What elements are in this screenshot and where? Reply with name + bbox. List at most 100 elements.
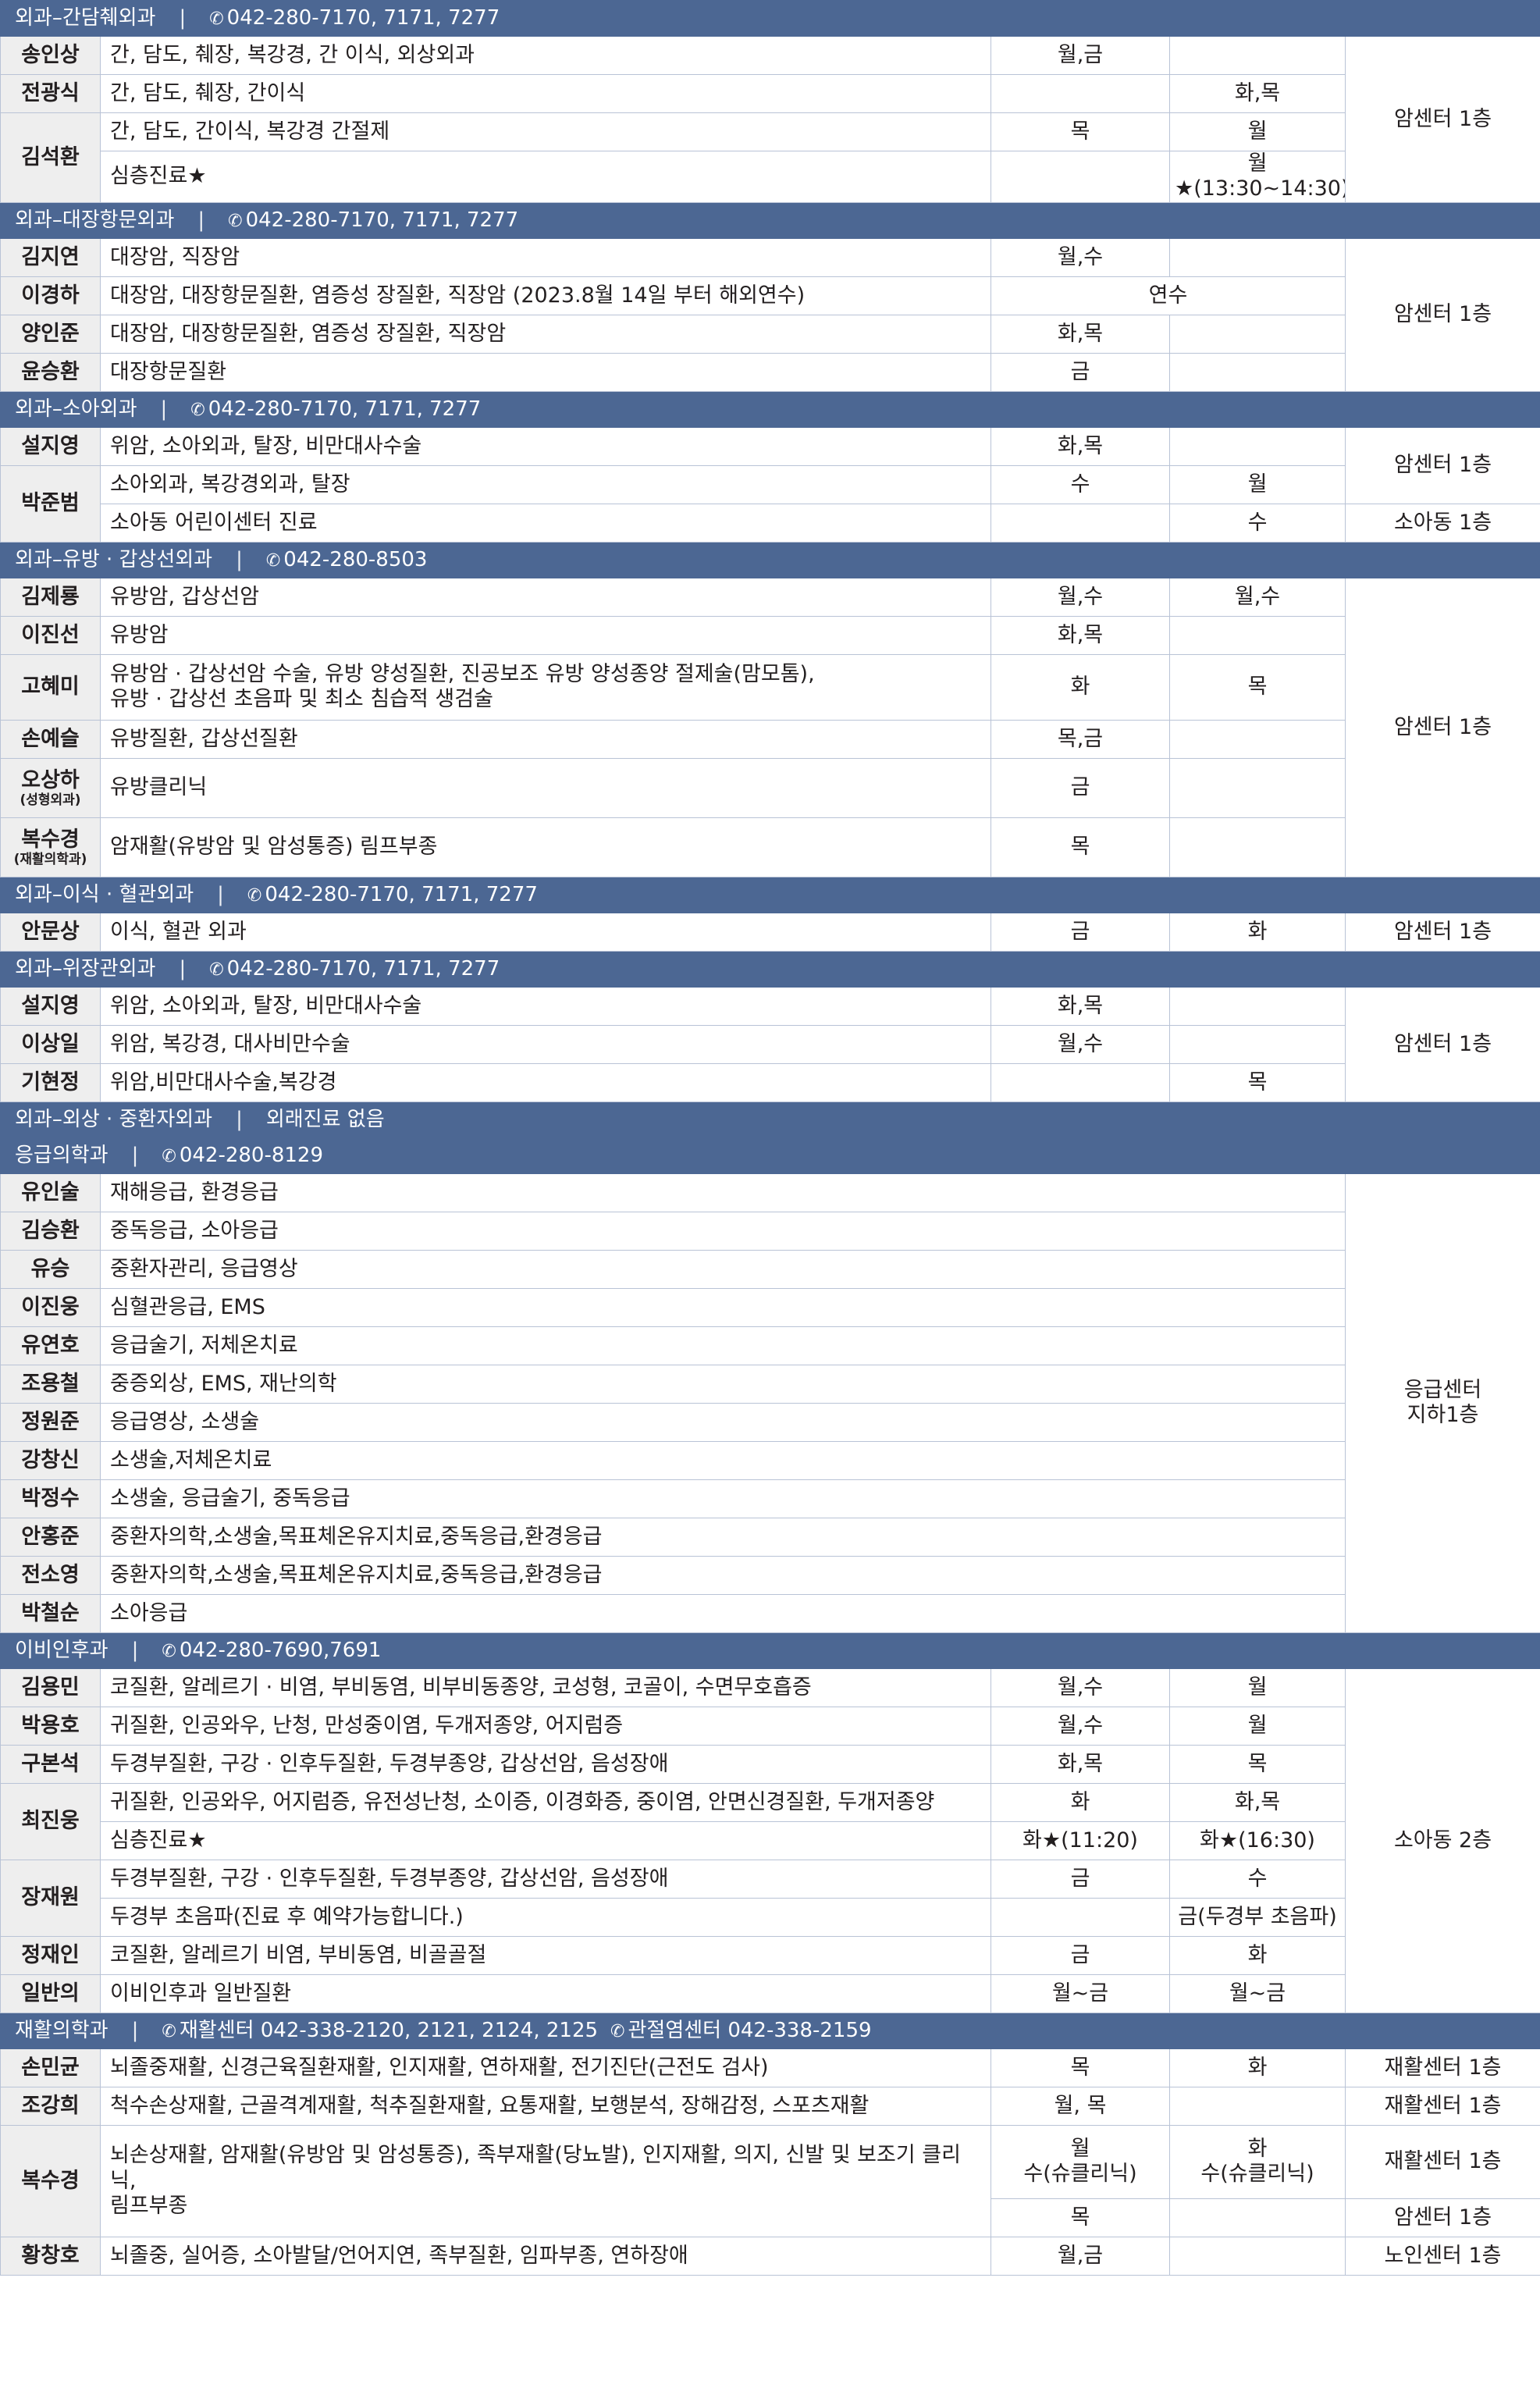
section-phone[interactable]: 042-280-7170, 7171, 7277 (208, 397, 482, 421)
doctor-name: 기현정 (0, 1062, 101, 1102)
am-clinic: 화,목 (991, 426, 1170, 466)
am-clinic: 화,목 (991, 314, 1170, 354)
specialty: 이식, 혈관 외과 (100, 912, 991, 952)
specialty: 유방암, 갑상선암 (100, 577, 991, 617)
pm-clinic (1169, 237, 1346, 277)
table-row: 오상하 (성형외과) 유방클리닉 금 (0, 757, 1540, 818)
section-phone[interactable]: 042-280-8503 (283, 548, 427, 571)
section-phone[interactable]: 042-280-7170, 7171, 7277 (227, 6, 500, 30)
section-phone[interactable]: 관절염센터 042-338-2159 (628, 2019, 871, 2042)
pm-clinic: 목 (1169, 1744, 1346, 1784)
separator: | (160, 397, 168, 421)
specialty: 코질환, 알레르기 · 비염, 부비동염, 비부비동종양, 코성형, 코골이, … (100, 1667, 991, 1707)
pm-clinic: 수 (1169, 1859, 1346, 1899)
am-clinic: 월,수 (991, 577, 1170, 617)
clinic-location: 암센터 1층 (1344, 577, 1540, 877)
pm-clinic: 화,목 (1169, 1782, 1346, 1822)
doctor-department: (재활의학과) (13, 852, 87, 868)
am-clinic: 목 (991, 112, 1170, 151)
pm-clinic (1169, 986, 1346, 1026)
section-phone[interactable]: 재활센터 042-338-2120, 2121, 2124, 2125 (180, 2019, 598, 2042)
am-clinic: 금 (991, 1935, 1170, 1975)
section-title: 외과–간담췌외과 (15, 5, 156, 30)
section-phone[interactable]: 042-280-7690,7691 (180, 1639, 382, 1662)
phone-icon: ✆ (162, 1146, 176, 1166)
table-row: 이상일 위암, 복강경, 대사비만수술 월,수 (0, 1024, 1540, 1064)
doctor-name: 김제룡 (0, 577, 101, 617)
pm-clinic: 화★(16:30) (1169, 1820, 1346, 1860)
specialty-line: 유방암 · 갑상선암 수술, 유방 양성질환, 진공보조 유방 양성종양 절제술… (110, 661, 815, 686)
am-clinic: 월,금 (991, 2236, 1170, 2276)
section-note: 외래진료 없음 (265, 1107, 385, 1131)
section-header: 재활의학과 | ✆ 재활센터 042-338-2120, 2121, 2124, 21… (0, 2012, 1540, 2049)
phone-icon: ✆ (247, 885, 262, 906)
table-row: 설지영 위암, 소아외과, 탈장, 비만대사수술 화,목 암센터 1층 (0, 426, 1540, 504)
doctor-name: 일반의 (0, 1973, 101, 2013)
am-clinic (991, 1897, 1170, 1937)
table-row: 김제룡 유방암, 갑상선암 월,수 월,수 암센터 1층 (0, 577, 1540, 877)
clinic-location: 소아동 1층 (1344, 503, 1540, 543)
phone-icon: ✆ (190, 400, 205, 420)
doctor-name: 박용호 (0, 1706, 101, 1746)
specialty: 귀질환, 인공와우, 난청, 만성중이염, 두개저종양, 어지럼증 (100, 1706, 991, 1746)
pm-clinic: 월~금 (1169, 1973, 1346, 2013)
specialty: 유방암 (100, 615, 991, 655)
specialty: 중환자의학,소생술,목표체온유지치료,중독응급,환경응급 (100, 1517, 1346, 1557)
pm-clinic (1169, 314, 1346, 354)
am-clinic: 수 (991, 464, 1170, 504)
am-clinic (991, 151, 1170, 203)
clinic-location: 암센터 1층 (1344, 36, 1540, 203)
specialty: 대장항문질환 (100, 352, 991, 392)
table-row: 안홍준 중환자의학,소생술,목표체온유지치료,중독응급,환경응급 (0, 1517, 1540, 1557)
am-clinic: 금 (991, 352, 1170, 392)
specialty: 위암, 복강경, 대사비만수술 (100, 1024, 991, 1064)
pm-clinic-line: 화 (1247, 2136, 1268, 2161)
table-row: 일반의 이비인후과 일반질환 월~금 월~금 (0, 1973, 1540, 2013)
pm-clinic: 화 (1169, 912, 1346, 952)
separator: | (131, 2018, 139, 2042)
doctor-name: 손예슬 (0, 719, 101, 759)
table-row: 복수경 뇌손상재활, 암재활(유방암 및 암성통증), 족부재활(당뇨발), 인… (0, 2124, 1540, 2237)
clinic-location: 암센터 1층 (1344, 426, 1540, 504)
table-row: 장재원 두경부질환, 구강 · 인후두질환, 두경부종양, 갑상선암, 음성장애… (0, 1859, 1540, 1937)
table-row: 정재인 코질환, 알레르기 비염, 부비동염, 비골골절 금 화 (0, 1935, 1540, 1975)
am-clinic-line: 월 (1070, 2136, 1090, 2161)
section-phone[interactable]: 042-280-7170, 7171, 7277 (265, 883, 538, 906)
phone-icon: ✆ (162, 1641, 176, 1661)
phone-icon: ✆ (265, 550, 281, 571)
specialty: 소생술,저체온치료 (100, 1440, 1346, 1480)
doctor-name-cell: 복수경 (재활의학과) (0, 817, 101, 877)
section-phone[interactable]: 042-280-8129 (180, 1144, 323, 1167)
clinic-schedule-table: 외과–간담췌외과 | ✆ 042-280-7170, 7171, 7277 송인상 간… (0, 0, 1540, 2276)
specialty: 암재활(유방암 및 암성통증) 림프부종 (100, 817, 991, 877)
am-clinic: 화,목 (991, 986, 1170, 1026)
specialty: 대장암, 직장암 (100, 237, 991, 277)
doctor-name: 양인준 (0, 314, 101, 354)
doctor-name: 김석환 (0, 112, 101, 203)
doctor-name-cell: 오상하 (성형외과) (0, 757, 101, 818)
pm-clinic (1169, 817, 1346, 877)
section-phone[interactable]: 042-280-7170, 7171, 7277 (246, 208, 519, 232)
table-row: 전광식 간, 담도, 췌장, 간이식 화,목 (0, 74, 1540, 113)
specialty: 뇌졸중, 실어증, 소아발달/언어지연, 족부질환, 임파부종, 연하장애 (100, 2236, 991, 2276)
specialty: 두경부질환, 구강 · 인후두질환, 두경부종양, 갑상선암, 음성장애 (100, 1859, 991, 1899)
table-row: 조용철 중증외상, EMS, 재난의학 (0, 1364, 1540, 1404)
specialty: 간, 담도, 췌장, 간이식 (100, 74, 991, 113)
section-phone[interactable]: 042-280-7170, 7171, 7277 (227, 957, 500, 981)
location-line: 응급센터 (1403, 1377, 1482, 1402)
table-row: 전소영 중환자의학,소생술,목표체온유지치료,중독응급,환경응급 (0, 1555, 1540, 1595)
am-clinic-line: 수(슈클리닉) (1023, 2162, 1137, 2187)
pm-clinic (1169, 36, 1346, 75)
specialty: 뇌손상재활, 암재활(유방암 및 암성통증), 족부재활(당뇨발), 인지재활,… (100, 2124, 991, 2237)
table-row: 양인준 대장암, 대장항문질환, 염증성 장질환, 직장암 화,목 (0, 314, 1540, 354)
table-row: 기현정 위암,비만대사수술,복강경 목 (0, 1062, 1540, 1102)
am-clinic: 화 (991, 1782, 1170, 1822)
doctor-name: 이진선 (0, 615, 101, 655)
specialty: 소생술, 응급술기, 중독응급 (100, 1479, 1346, 1518)
am-clinic: 목 (991, 2048, 1170, 2087)
pm-clinic: 화 (1169, 2048, 1346, 2087)
specialty: 대장암, 대장항문질환, 염증성 장질환, 직장암 (100, 314, 991, 354)
doctor-name: 김지연 (0, 237, 101, 277)
am-clinic (991, 74, 1170, 113)
doctor-name: 정원준 (0, 1402, 101, 1442)
